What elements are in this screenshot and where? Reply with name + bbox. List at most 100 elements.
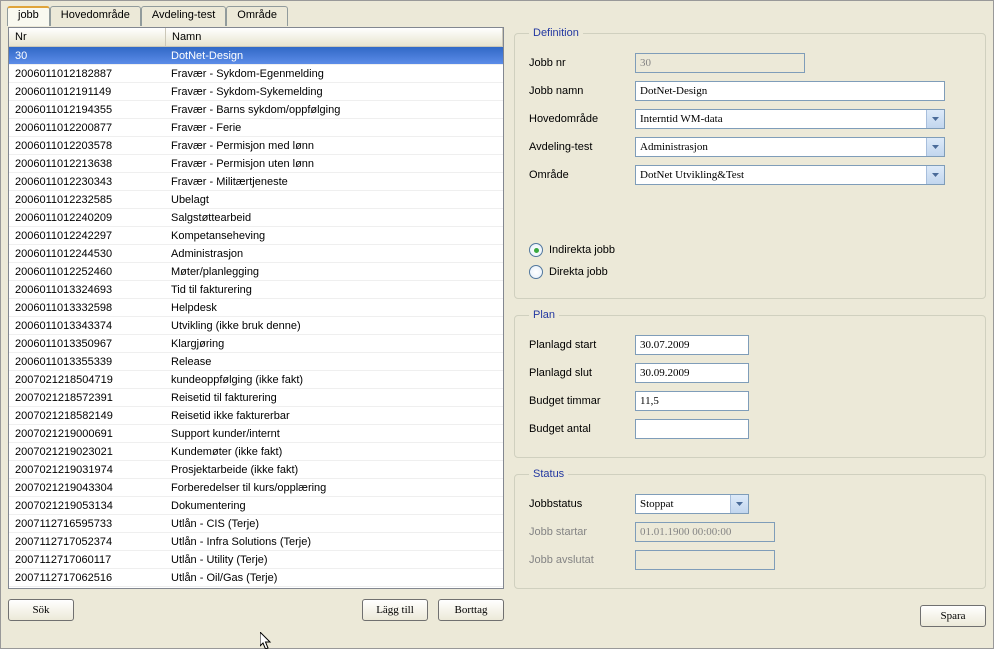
table-row[interactable]: 2006011013324693Tid til fakturering (9, 281, 503, 299)
cell-namn: Fravær - Sykdom-Sykemelding (165, 86, 503, 98)
grid-scroll[interactable]: 30DotNet-Design2006011012182887Fravær - … (9, 47, 503, 588)
indirekta-radio[interactable]: Indirekta jobb (529, 239, 971, 261)
plan-group: Plan Planlagd start Planlagd slut Budget… (514, 309, 986, 458)
cell-namn: Helpdesk (165, 302, 503, 314)
table-row[interactable]: 2007112717052374Utlån - Infra Solutions … (9, 533, 503, 551)
grid-header-namn[interactable]: Namn (166, 28, 503, 46)
plan-start-label: Planlagd start (529, 339, 635, 351)
grid-body: 30DotNet-Design2006011012182887Fravær - … (9, 47, 503, 588)
table-row[interactable]: 2006011012213638Fravær - Permisjon uten … (9, 155, 503, 173)
hovedomrade-combo[interactable]: Interntid WM-data (635, 109, 945, 129)
table-row[interactable]: 2007112716595733Utlån - CIS (Terje) (9, 515, 503, 533)
table-row[interactable]: 2007021219043304Forberedelser til kurs/o… (9, 479, 503, 497)
cell-nr: 2006011013343374 (9, 320, 165, 332)
cell-namn: DotNet-Design (165, 50, 503, 62)
cell-nr: 2006011012213638 (9, 158, 165, 170)
omrade-value: DotNet Utvikling&Test (640, 169, 744, 181)
jobbstatus-value: Stoppat (640, 498, 674, 510)
plan-slut-field[interactable] (635, 363, 749, 383)
table-row[interactable]: 2007021219053134Dokumentering (9, 497, 503, 515)
table-row[interactable]: 2007021218504719kundeoppfølging (ikke fa… (9, 371, 503, 389)
cell-namn: Fravær - Ferie (165, 122, 503, 134)
table-row[interactable]: 2007021219000691Support kunder/internt (9, 425, 503, 443)
omrade-combo[interactable]: DotNet Utvikling&Test (635, 165, 945, 185)
chevron-down-icon (926, 110, 944, 128)
table-row[interactable]: 2006011012240209Salgstøttearbeid (9, 209, 503, 227)
tab-område[interactable]: Område (226, 6, 288, 26)
cell-namn: Ubelagt (165, 194, 503, 206)
jobbstatus-combo[interactable]: Stoppat (635, 494, 749, 514)
definition-group: Definition Jobb nr Jobb namn Hovedområde… (514, 27, 986, 299)
cell-nr: 2007021219031974 (9, 464, 165, 476)
cell-namn: Reisetid ikke fakturerbar (165, 410, 503, 422)
remove-button[interactable]: Borttag (438, 599, 504, 621)
table-row[interactable]: 2006011013343374Utvikling (ikke bruk den… (9, 317, 503, 335)
cell-namn: Support kunder/internt (165, 428, 503, 440)
table-row[interactable]: 2007112717060117Utlån - Utility (Terje) (9, 551, 503, 569)
table-row[interactable]: 2006011012182887Fravær - Sykdom-Egenmeld… (9, 65, 503, 83)
table-row[interactable]: 2007112717062516Utlån - Oil/Gas (Terje) (9, 569, 503, 587)
table-row[interactable]: 2007021219023021Kundemøter (ikke fakt) (9, 443, 503, 461)
save-button[interactable]: Spara (920, 605, 986, 627)
radio-icon (529, 265, 543, 279)
hovedomrade-label: Hovedområde (529, 113, 635, 125)
table-row[interactable]: 2007021218582149Reisetid ikke fakturerba… (9, 407, 503, 425)
cell-nr: 2006011012230343 (9, 176, 165, 188)
left-pane: Nr Namn 30DotNet-Design2006011012182887F… (8, 27, 504, 627)
tab-avdeling-test[interactable]: Avdeling-test (141, 6, 226, 26)
table-row[interactable]: 2006011013355339Release (9, 353, 503, 371)
cell-nr: 2006011013355339 (9, 356, 165, 368)
avdeling-combo[interactable]: Administrasjon (635, 137, 945, 157)
status-group: Status Jobbstatus Stoppat Jobb startar J… (514, 468, 986, 589)
page-body: Nr Namn 30DotNet-Design2006011012182887F… (7, 26, 987, 628)
add-button[interactable]: Lägg till (362, 599, 428, 621)
table-row[interactable]: 2006011012252460Møter/planlegging (9, 263, 503, 281)
right-pane: Definition Jobb nr Jobb namn Hovedområde… (514, 27, 986, 627)
table-row[interactable]: 2006011013332598Helpdesk (9, 299, 503, 317)
cell-nr: 2007021219053134 (9, 500, 165, 512)
table-row[interactable]: 2006011012230343Fravær - Militærtjeneste (9, 173, 503, 191)
table-row[interactable]: 2006011012232585Ubelagt (9, 191, 503, 209)
table-row[interactable]: 2006011012194355Fravær - Barns sykdom/op… (9, 101, 503, 119)
cell-namn: Utlån - Infra Solutions (Terje) (165, 536, 503, 548)
table-row[interactable]: 2006011012191149Fravær - Sykdom-Sykemeld… (9, 83, 503, 101)
grid-header-nr[interactable]: Nr (9, 28, 166, 46)
plan-timmar-label: Budget timmar (529, 395, 635, 407)
table-row[interactable]: 2007021218572391Reisetid til fakturering (9, 389, 503, 407)
table-row[interactable]: 2006011012244530Administrasjon (9, 245, 503, 263)
jobb-avslutat-field (635, 550, 775, 570)
cell-nr: 2007112717052374 (9, 536, 165, 548)
cell-namn: Dokumentering (165, 500, 503, 512)
table-row[interactable]: 2007112717065150Utlån - Card (Terje) (9, 587, 503, 588)
cell-namn: Administrasjon (165, 248, 503, 260)
table-row[interactable]: 2006011013350967Klargjøring (9, 335, 503, 353)
cell-nr: 2007021218572391 (9, 392, 165, 404)
jobb-avslutat-label: Jobb avslutat (529, 554, 635, 566)
tab-jobb[interactable]: jobb (7, 6, 50, 26)
cell-nr: 2006011013324693 (9, 284, 165, 296)
plan-start-field[interactable] (635, 335, 749, 355)
omrade-label: Område (529, 169, 635, 181)
cell-namn: Fravær - Permisjon med lønn (165, 140, 503, 152)
cell-nr: 2007021218582149 (9, 410, 165, 422)
table-row[interactable]: 2006011012200877Fravær - Ferie (9, 119, 503, 137)
plan-timmar-field[interactable] (635, 391, 749, 411)
cell-nr: 2007021218504719 (9, 374, 165, 386)
table-row[interactable]: 2006011012242297Kompetanseheving (9, 227, 503, 245)
left-button-row: Sök Lägg till Borttag (8, 599, 504, 621)
right-button-row: Spara (514, 599, 986, 627)
cell-nr: 2006011012244530 (9, 248, 165, 260)
definition-legend: Definition (529, 27, 583, 39)
table-row[interactable]: 2007021219031974Prosjektarbeide (ikke fa… (9, 461, 503, 479)
jobb-nr-label: Jobb nr (529, 57, 635, 69)
cell-namn: Utlån - Utility (Terje) (165, 554, 503, 566)
plan-antal-field[interactable] (635, 419, 749, 439)
grid-header: Nr Namn (9, 28, 503, 47)
table-row[interactable]: 30DotNet-Design (9, 47, 503, 65)
tab-hovedområde[interactable]: Hovedområde (50, 6, 141, 26)
jobb-namn-field[interactable] (635, 81, 945, 101)
direkta-radio[interactable]: Direkta jobb (529, 261, 971, 283)
table-row[interactable]: 2006011012203578Fravær - Permisjon med l… (9, 137, 503, 155)
search-button[interactable]: Sök (8, 599, 74, 621)
cell-nr: 2006011012252460 (9, 266, 165, 278)
